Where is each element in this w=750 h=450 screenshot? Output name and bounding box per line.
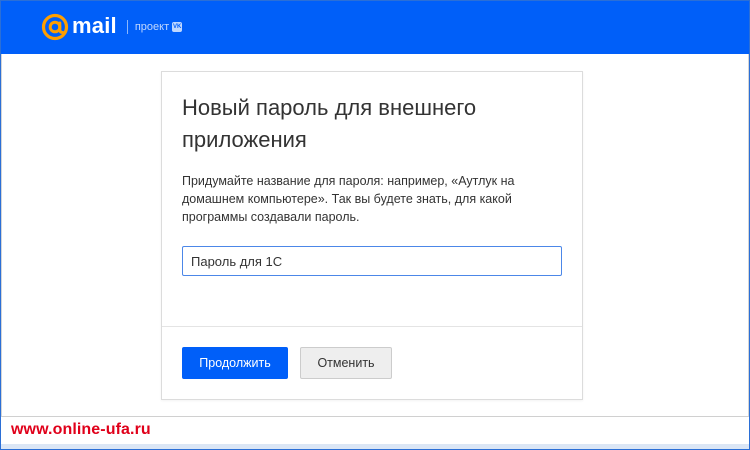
cancel-button[interactable]: Отменить <box>300 347 392 379</box>
at-sign-icon <box>41 13 69 41</box>
site-watermark: www.online-ufa.ru <box>11 421 151 438</box>
project-label: проект <box>134 21 170 33</box>
dialog-description: Придумайте название для пароля: например… <box>182 174 515 224</box>
password-name-input[interactable] <box>182 246 562 276</box>
vk-icon: VK <box>172 22 183 32</box>
footer-divider <box>1 416 749 417</box>
logo-separator <box>126 20 128 34</box>
continue-button[interactable]: Продолжить <box>182 347 288 379</box>
header-bar: mail проект VK <box>1 1 749 54</box>
dialog-title: Новый пароль для внешнего приложения <box>182 95 477 152</box>
left-border <box>1 54 2 416</box>
browser-window: mail проект VK Новый пароль для внешнего… <box>0 0 750 450</box>
logo-text: mail <box>72 13 117 38</box>
mail-logo[interactable]: mail проект VK <box>41 12 183 42</box>
new-password-dialog: Новый пароль для внешнего приложения При… <box>161 71 583 400</box>
bottom-strip <box>1 444 749 449</box>
dialog-divider <box>162 326 582 327</box>
right-border <box>748 54 749 416</box>
